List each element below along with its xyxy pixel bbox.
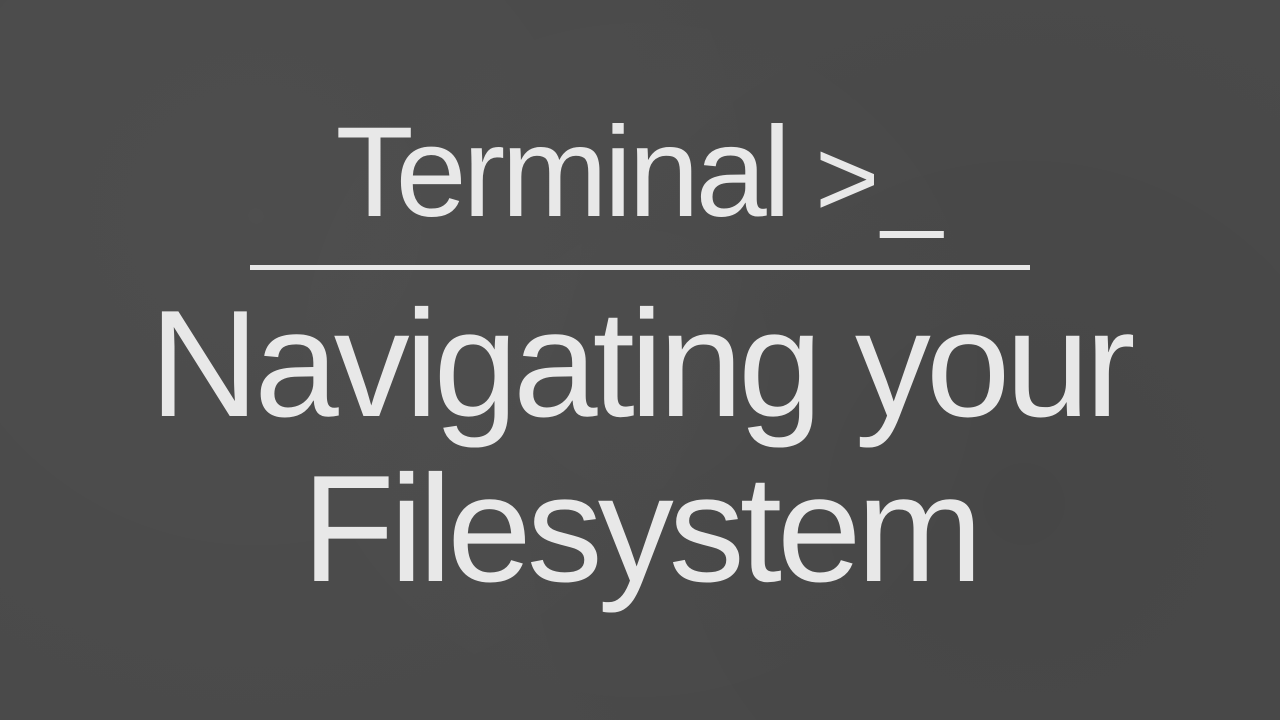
horizontal-divider: [250, 265, 1030, 270]
title-top-row: Terminal >_: [335, 109, 944, 237]
subtitle-line-2: Filesystem: [149, 447, 1130, 611]
title-card: Terminal >_ Navigating your Filesystem: [0, 109, 1280, 610]
title-main: Terminal: [335, 109, 787, 237]
subtitle: Navigating your Filesystem: [149, 282, 1130, 610]
subtitle-line-1: Navigating your: [149, 282, 1130, 446]
terminal-prompt-icon: >_: [815, 124, 944, 234]
